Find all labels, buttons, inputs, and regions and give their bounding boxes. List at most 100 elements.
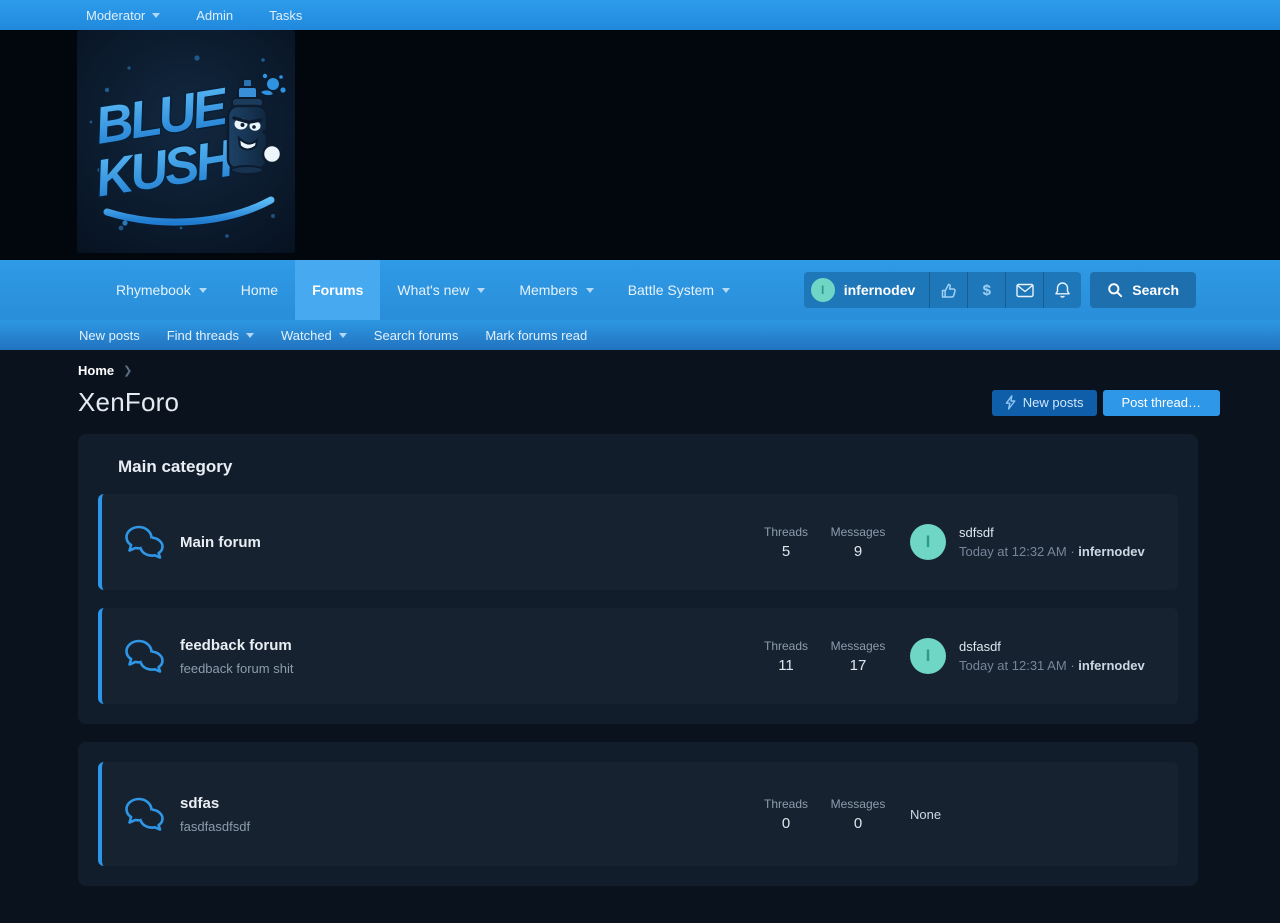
category-block-second: sdfas fasdfasdfsdf Threads 0 Messages 0 …	[78, 742, 1198, 886]
last-post-meta: Today at 12:32 AM · infernodev	[959, 544, 1145, 559]
avatar[interactable]: I	[910, 638, 946, 674]
threads-count: 5	[750, 543, 822, 560]
last-post-author[interactable]: infernodev	[1078, 658, 1144, 673]
nav-item-label: Battle System	[628, 282, 714, 298]
subnav-watched[interactable]: Watched	[281, 328, 347, 343]
messages-count: 17	[822, 657, 894, 674]
category-block-main: Main category Main forum Threads 5 Messa…	[78, 434, 1198, 724]
last-post-meta: Today at 12:31 AM · infernodev	[959, 658, 1145, 673]
last-post-time[interactable]: Today at 12:31 AM	[959, 658, 1067, 673]
subnav-label: Find threads	[167, 328, 239, 343]
moderator-menu[interactable]: Moderator	[86, 8, 160, 23]
messages-label: Messages	[822, 797, 894, 811]
avatar[interactable]: I	[910, 524, 946, 560]
subnav-label: New posts	[79, 328, 140, 343]
chevron-down-icon	[246, 333, 254, 338]
forum-threads-stat: Threads 11	[750, 639, 822, 674]
forum-name[interactable]: Main forum	[180, 534, 750, 551]
forum-icon-wrap	[124, 638, 168, 674]
last-post-time[interactable]: Today at 12:32 AM	[959, 544, 1067, 559]
forum-main: Main forum	[180, 534, 750, 551]
chat-bubbles-icon	[124, 796, 166, 832]
nav-item-battle-system[interactable]: Battle System	[611, 260, 747, 320]
forum-description: feedback forum shit	[180, 661, 750, 676]
main-navbar: Rhymebook Home Forums What's new Members…	[0, 260, 1280, 320]
admin-toolbar: Moderator Admin Tasks	[0, 0, 1280, 30]
nav-item-whats-new[interactable]: What's new	[380, 260, 502, 320]
forum-description: fasdfasdfsdf	[180, 819, 750, 834]
new-posts-button[interactable]: New posts	[992, 390, 1097, 416]
threads-label: Threads	[750, 639, 822, 653]
nav-item-forums[interactable]: Forums	[295, 260, 380, 320]
nav-item-label: Home	[241, 282, 278, 298]
subnav-label: Mark forums read	[485, 328, 587, 343]
account-menu[interactable]: I infernodev	[804, 272, 930, 308]
nav-item-label: Members	[519, 282, 577, 298]
new-posts-button-label: New posts	[1023, 395, 1084, 410]
envelope-icon	[1016, 283, 1034, 298]
admin-link[interactable]: Admin	[196, 8, 233, 23]
forum-threads-stat: Threads 0	[750, 797, 822, 832]
forum-name[interactable]: feedback forum	[180, 637, 750, 654]
threads-label: Threads	[750, 525, 822, 539]
messages-label: Messages	[822, 639, 894, 653]
moderator-menu-label: Moderator	[86, 8, 145, 23]
chevron-right-icon: ❯	[123, 364, 132, 377]
forum-row-feedback-forum[interactable]: feedback forum feedback forum shit Threa…	[98, 608, 1178, 704]
last-post-author[interactable]: infernodev	[1078, 544, 1144, 559]
credits-button[interactable]: $	[967, 272, 1005, 308]
search-button[interactable]: Search	[1090, 272, 1196, 308]
nav-item-members[interactable]: Members	[502, 260, 610, 320]
messages-count: 9	[822, 543, 894, 560]
forum-row-sdfas[interactable]: sdfas fasdfasdfsdf Threads 0 Messages 0 …	[98, 762, 1178, 866]
chat-bubbles-icon	[124, 524, 166, 560]
nav-item-label: What's new	[397, 282, 469, 298]
threads-label: Threads	[750, 797, 822, 811]
reactions-button[interactable]	[929, 272, 967, 308]
last-post-title[interactable]: sdfsdf	[959, 525, 1145, 540]
category-title[interactable]: Main category	[118, 457, 1178, 477]
last-post: I sdfsdf Today at 12:32 AM · infernodev	[910, 524, 1178, 560]
forum-icon-wrap	[124, 524, 168, 560]
subnav-new-posts[interactable]: New posts	[79, 328, 140, 343]
user-panel: I infernodev $	[804, 272, 1082, 308]
breadcrumb: Home ❯	[78, 350, 1220, 378]
alerts-button[interactable]	[1043, 272, 1081, 308]
forum-name[interactable]: sdfas	[180, 795, 750, 812]
chevron-down-icon	[586, 288, 594, 293]
tasks-link-label: Tasks	[269, 8, 302, 23]
post-thread-button[interactable]: Post thread…	[1103, 390, 1221, 416]
post-thread-button-label: Post thread…	[1122, 395, 1202, 410]
chat-bubbles-icon	[124, 638, 166, 674]
forum-main: feedback forum feedback forum shit	[180, 637, 750, 676]
forum-icon-wrap	[124, 796, 168, 832]
lightning-bolt-icon	[1005, 395, 1016, 410]
subnav-label: Search forums	[374, 328, 459, 343]
last-post-text: dsfasdf Today at 12:31 AM · infernodev	[959, 639, 1145, 673]
page-title-row: XenForo New posts Post thread…	[78, 387, 1220, 418]
chevron-down-icon	[199, 288, 207, 293]
subnav-search-forums[interactable]: Search forums	[374, 328, 459, 343]
subnav-label: Watched	[281, 328, 332, 343]
inbox-button[interactable]	[1005, 272, 1043, 308]
thumbs-up-icon	[940, 281, 958, 299]
last-post-text: sdfsdf Today at 12:32 AM · infernodev	[959, 525, 1145, 559]
blue-kush-logo-art: BLUE KUSH	[77, 30, 295, 253]
username: infernodev	[844, 282, 916, 298]
last-post-title[interactable]: dsfasdf	[959, 639, 1145, 654]
nav-item-rhymebook[interactable]: Rhymebook	[99, 260, 224, 320]
subnav-mark-forums-read[interactable]: Mark forums read	[485, 328, 587, 343]
breadcrumb-home-link[interactable]: Home	[78, 363, 114, 378]
page-action-buttons: New posts Post thread…	[992, 390, 1220, 416]
page-title: XenForo	[78, 387, 179, 418]
last-post: I dsfasdf Today at 12:31 AM · infernodev	[910, 638, 1178, 674]
site-logo[interactable]: BLUE KUSH	[77, 30, 295, 253]
tasks-link[interactable]: Tasks	[269, 8, 302, 23]
forum-row-main-forum[interactable]: Main forum Threads 5 Messages 9 I sdfsdf…	[98, 494, 1178, 590]
nav-item-label: Forums	[312, 282, 363, 298]
nav-item-home[interactable]: Home	[224, 260, 295, 320]
subnav-find-threads[interactable]: Find threads	[167, 328, 254, 343]
site-header: BLUE KUSH	[0, 30, 1280, 260]
forum-messages-stat: Messages 9	[822, 525, 894, 560]
page-content: Home ❯ XenForo New posts Post thread… Ma…	[0, 350, 1280, 886]
